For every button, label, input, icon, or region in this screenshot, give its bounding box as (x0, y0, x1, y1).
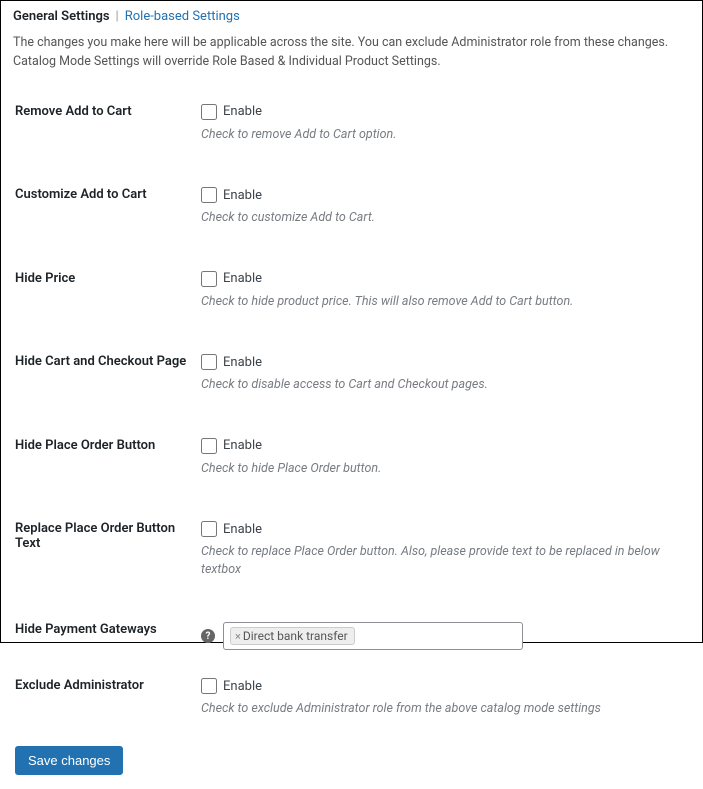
tabs: General Settings | Role-based Settings (1, 1, 702, 28)
desc-customize-add-to-cart: Check to customize Add to Cart. (201, 209, 688, 227)
desc-remove-add-to-cart: Check to remove Add to Cart option. (201, 126, 688, 144)
label-hide-price: Hide Price (1, 257, 201, 341)
enable-label[interactable]: Enable (223, 355, 262, 370)
checkbox-hide-place-order[interactable] (201, 438, 217, 454)
label-customize-add-to-cart: Customize Add to Cart (1, 173, 201, 257)
checkbox-exclude-administrator[interactable] (201, 678, 217, 694)
label-remove-add-to-cart: Remove Add to Cart (1, 90, 201, 174)
enable-label[interactable]: Enable (223, 188, 262, 203)
checkbox-hide-cart-checkout[interactable] (201, 354, 217, 370)
checkbox-replace-place-order[interactable] (201, 521, 217, 537)
label-hide-place-order: Hide Place Order Button (1, 424, 201, 508)
label-hide-payment-gateways: Hide Payment Gateways (1, 608, 201, 664)
label-replace-place-order: Replace Place Order Button Text (1, 507, 201, 608)
checkbox-remove-add-to-cart[interactable] (201, 104, 217, 120)
checkbox-hide-price[interactable] (201, 271, 217, 287)
intro-text: The changes you make here will be applic… (1, 28, 702, 90)
intro-line-1: The changes you make here will be applic… (13, 34, 690, 53)
submit-row: Save changes (1, 732, 702, 789)
desc-hide-price: Check to hide product price. This will a… (201, 293, 688, 311)
tab-role-based-settings[interactable]: Role-based Settings (125, 9, 240, 24)
payment-gateways-input[interactable]: × Direct bank transfer (223, 622, 523, 650)
intro-line-2: Catalog Mode Settings will override Role… (13, 53, 690, 72)
desc-exclude-administrator: Check to exclude Administrator role from… (201, 700, 688, 718)
enable-label[interactable]: Enable (223, 271, 262, 286)
desc-hide-place-order: Check to hide Place Order button. (201, 460, 688, 478)
tab-divider: | (116, 9, 119, 24)
enable-label[interactable]: Enable (223, 679, 262, 694)
desc-replace-place-order: Check to replace Place Order button. Als… (201, 543, 688, 578)
enable-label[interactable]: Enable (223, 438, 262, 453)
tag-remove-icon[interactable]: × (235, 630, 241, 643)
enable-label[interactable]: Enable (223, 522, 262, 537)
label-hide-cart-checkout: Hide Cart and Checkout Page (1, 340, 201, 424)
settings-form-table: Remove Add to Cart Enable Check to remov… (1, 90, 702, 732)
label-exclude-administrator: Exclude Administrator (1, 664, 201, 732)
tab-general-settings[interactable]: General Settings (13, 9, 110, 24)
help-icon[interactable]: ? (201, 629, 215, 643)
tag-direct-bank-transfer: × Direct bank transfer (230, 627, 355, 645)
tag-label: Direct bank transfer (243, 629, 348, 643)
enable-label[interactable]: Enable (223, 104, 262, 119)
save-changes-button[interactable]: Save changes (15, 746, 123, 775)
desc-hide-cart-checkout: Check to disable access to Cart and Chec… (201, 376, 688, 394)
checkbox-customize-add-to-cart[interactable] (201, 187, 217, 203)
